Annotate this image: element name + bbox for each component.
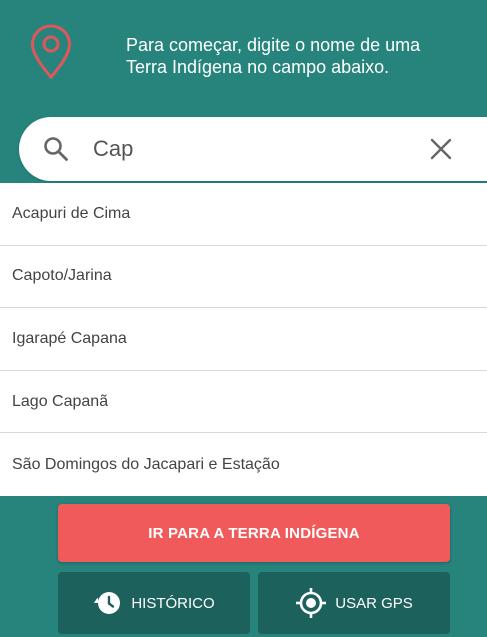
history-icon bbox=[94, 592, 121, 614]
intro-text: Para começar, digite o nome de uma Terra… bbox=[126, 34, 476, 78]
search-input[interactable] bbox=[93, 131, 413, 167]
go-to-territory-button[interactable]: IR PARA A TERRA INDÍGENA bbox=[58, 504, 450, 562]
history-button-label: HISTÓRICO bbox=[131, 594, 215, 612]
app-screen: Para começar, digite o nome de uma Terra… bbox=[0, 0, 487, 637]
go-button-label: IR PARA A TERRA INDÍGENA bbox=[148, 524, 360, 542]
list-item[interactable]: Igarapé Capana bbox=[0, 308, 487, 371]
results-list: Acapuri de Cima Capoto/Jarina Igarapé Ca… bbox=[0, 183, 487, 496]
intro-line-2: Terra Indígena no campo abaixo. bbox=[126, 57, 390, 77]
footer-panel: IR PARA A TERRA INDÍGENA HISTÓRICO USAR … bbox=[0, 496, 487, 637]
history-button[interactable]: HISTÓRICO bbox=[58, 572, 250, 634]
use-gps-button[interactable]: USAR GPS bbox=[258, 572, 450, 634]
gps-button-label: USAR GPS bbox=[335, 594, 413, 612]
intro-line-1: Para começar, digite o nome de uma bbox=[126, 35, 421, 55]
list-item[interactable]: Acapuri de Cima bbox=[0, 183, 487, 246]
list-item[interactable]: Lago Capanã bbox=[0, 371, 487, 434]
search-bar bbox=[19, 117, 487, 181]
close-icon[interactable] bbox=[429, 137, 453, 161]
search-icon bbox=[44, 137, 68, 161]
gps-target-icon bbox=[296, 588, 327, 618]
list-item[interactable]: São Domingos do Jacapari e Estação bbox=[0, 433, 487, 496]
map-pin-icon bbox=[30, 24, 72, 80]
list-item[interactable]: Capoto/Jarina bbox=[0, 246, 487, 309]
header-panel: Para começar, digite o nome de uma Terra… bbox=[0, 0, 487, 183]
